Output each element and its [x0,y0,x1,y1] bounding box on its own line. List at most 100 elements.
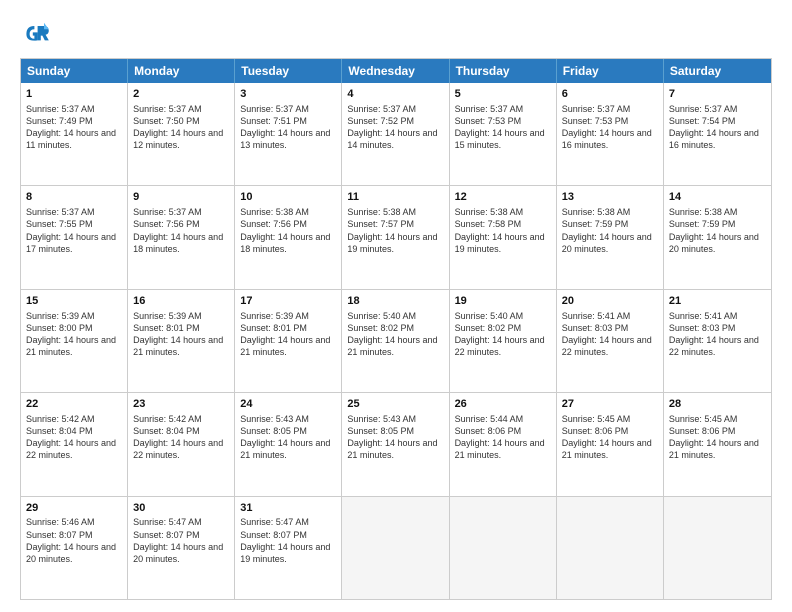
sunrise-info: Sunrise: 5:37 AM [240,103,336,115]
daylight-info: Daylight: 14 hours and 21 minutes. [347,334,443,358]
sunrise-info: Sunrise: 5:40 AM [347,310,443,322]
day-number: 30 [133,501,229,516]
daylight-info: Daylight: 14 hours and 17 minutes. [26,231,122,255]
calendar-cell: 9 Sunrise: 5:37 AM Sunset: 7:56 PM Dayli… [128,186,235,288]
weekday-header: Friday [557,59,664,83]
daylight-info: Daylight: 14 hours and 21 minutes. [133,334,229,358]
day-number: 14 [669,190,766,205]
calendar-cell: 18 Sunrise: 5:40 AM Sunset: 8:02 PM Dayl… [342,290,449,392]
sunset-info: Sunset: 8:05 PM [240,425,336,437]
sunset-info: Sunset: 7:52 PM [347,115,443,127]
daylight-info: Daylight: 14 hours and 13 minutes. [240,127,336,151]
sunrise-info: Sunrise: 5:37 AM [562,103,658,115]
sunset-info: Sunset: 7:57 PM [347,218,443,230]
daylight-info: Daylight: 14 hours and 18 minutes. [240,231,336,255]
calendar-cell: 19 Sunrise: 5:40 AM Sunset: 8:02 PM Dayl… [450,290,557,392]
day-number: 12 [455,190,551,205]
calendar-cell: 23 Sunrise: 5:42 AM Sunset: 8:04 PM Dayl… [128,393,235,495]
logo-icon [20,18,52,50]
sunrise-info: Sunrise: 5:38 AM [669,206,766,218]
calendar-cell: 30 Sunrise: 5:47 AM Sunset: 8:07 PM Dayl… [128,497,235,599]
day-number: 5 [455,87,551,102]
daylight-info: Daylight: 14 hours and 11 minutes. [26,127,122,151]
sunset-info: Sunset: 7:56 PM [133,218,229,230]
day-number: 17 [240,294,336,309]
sunset-info: Sunset: 8:07 PM [26,529,122,541]
day-number: 8 [26,190,122,205]
calendar-cell: 6 Sunrise: 5:37 AM Sunset: 7:53 PM Dayli… [557,83,664,185]
daylight-info: Daylight: 14 hours and 20 minutes. [26,541,122,565]
sunrise-info: Sunrise: 5:47 AM [240,516,336,528]
calendar-cell: 10 Sunrise: 5:38 AM Sunset: 7:56 PM Dayl… [235,186,342,288]
day-number: 11 [347,190,443,205]
daylight-info: Daylight: 14 hours and 22 minutes. [455,334,551,358]
daylight-info: Daylight: 14 hours and 14 minutes. [347,127,443,151]
sunrise-info: Sunrise: 5:38 AM [562,206,658,218]
day-number: 7 [669,87,766,102]
day-number: 9 [133,190,229,205]
day-number: 4 [347,87,443,102]
calendar-cell: 3 Sunrise: 5:37 AM Sunset: 7:51 PM Dayli… [235,83,342,185]
day-number: 28 [669,397,766,412]
sunset-info: Sunset: 8:04 PM [26,425,122,437]
day-number: 13 [562,190,658,205]
day-number: 21 [669,294,766,309]
daylight-info: Daylight: 14 hours and 21 minutes. [455,437,551,461]
sunset-info: Sunset: 8:03 PM [669,322,766,334]
sunrise-info: Sunrise: 5:45 AM [562,413,658,425]
sunset-info: Sunset: 8:06 PM [669,425,766,437]
calendar-cell: 15 Sunrise: 5:39 AM Sunset: 8:00 PM Dayl… [21,290,128,392]
sunrise-info: Sunrise: 5:37 AM [133,103,229,115]
sunrise-info: Sunrise: 5:39 AM [26,310,122,322]
weekday-header: Monday [128,59,235,83]
calendar-row: 29 Sunrise: 5:46 AM Sunset: 8:07 PM Dayl… [21,496,771,599]
sunset-info: Sunset: 7:54 PM [669,115,766,127]
page: SundayMondayTuesdayWednesdayThursdayFrid… [0,0,792,612]
sunrise-info: Sunrise: 5:38 AM [240,206,336,218]
calendar: SundayMondayTuesdayWednesdayThursdayFrid… [20,58,772,600]
calendar-cell [557,497,664,599]
calendar-cell: 28 Sunrise: 5:45 AM Sunset: 8:06 PM Dayl… [664,393,771,495]
weekday-header: Tuesday [235,59,342,83]
sunrise-info: Sunrise: 5:47 AM [133,516,229,528]
daylight-info: Daylight: 14 hours and 20 minutes. [669,231,766,255]
calendar-cell [664,497,771,599]
calendar-body: 1 Sunrise: 5:37 AM Sunset: 7:49 PM Dayli… [21,83,771,599]
day-number: 6 [562,87,658,102]
sunset-info: Sunset: 8:06 PM [455,425,551,437]
sunset-info: Sunset: 8:02 PM [455,322,551,334]
calendar-cell: 11 Sunrise: 5:38 AM Sunset: 7:57 PM Dayl… [342,186,449,288]
day-number: 26 [455,397,551,412]
day-number: 23 [133,397,229,412]
sunset-info: Sunset: 7:56 PM [240,218,336,230]
sunset-info: Sunset: 8:02 PM [347,322,443,334]
daylight-info: Daylight: 14 hours and 22 minutes. [669,334,766,358]
daylight-info: Daylight: 14 hours and 21 minutes. [240,334,336,358]
sunrise-info: Sunrise: 5:39 AM [133,310,229,322]
daylight-info: Daylight: 14 hours and 22 minutes. [26,437,122,461]
sunrise-info: Sunrise: 5:39 AM [240,310,336,322]
calendar-cell: 4 Sunrise: 5:37 AM Sunset: 7:52 PM Dayli… [342,83,449,185]
sunset-info: Sunset: 7:55 PM [26,218,122,230]
sunrise-info: Sunrise: 5:37 AM [455,103,551,115]
sunrise-info: Sunrise: 5:40 AM [455,310,551,322]
daylight-info: Daylight: 14 hours and 21 minutes. [669,437,766,461]
daylight-info: Daylight: 14 hours and 18 minutes. [133,231,229,255]
daylight-info: Daylight: 14 hours and 16 minutes. [669,127,766,151]
day-number: 24 [240,397,336,412]
sunrise-info: Sunrise: 5:43 AM [240,413,336,425]
calendar-cell: 20 Sunrise: 5:41 AM Sunset: 8:03 PM Dayl… [557,290,664,392]
calendar-row: 22 Sunrise: 5:42 AM Sunset: 8:04 PM Dayl… [21,392,771,495]
sunset-info: Sunset: 8:01 PM [133,322,229,334]
sunset-info: Sunset: 7:59 PM [562,218,658,230]
day-number: 15 [26,294,122,309]
sunrise-info: Sunrise: 5:37 AM [133,206,229,218]
sunset-info: Sunset: 7:59 PM [669,218,766,230]
sunset-info: Sunset: 7:51 PM [240,115,336,127]
day-number: 18 [347,294,443,309]
calendar-cell: 31 Sunrise: 5:47 AM Sunset: 8:07 PM Dayl… [235,497,342,599]
daylight-info: Daylight: 14 hours and 22 minutes. [562,334,658,358]
sunset-info: Sunset: 7:53 PM [455,115,551,127]
sunrise-info: Sunrise: 5:41 AM [669,310,766,322]
sunrise-info: Sunrise: 5:37 AM [26,206,122,218]
